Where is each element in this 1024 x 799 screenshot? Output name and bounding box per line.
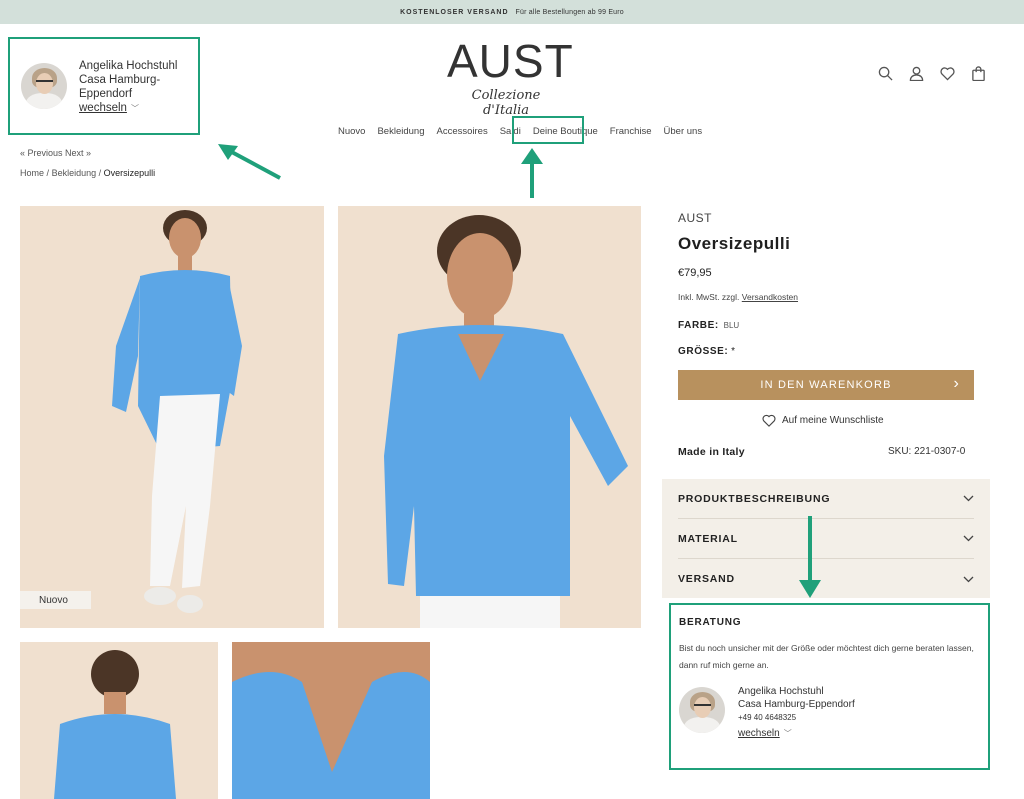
breadcrumb-home[interactable]: Home [20, 168, 44, 178]
color-label: FARBE: [678, 320, 719, 331]
add-to-wishlist[interactable]: Auf meine Wunschliste [762, 414, 884, 427]
add-to-cart-button[interactable]: IN DEN WARENKORB › [678, 370, 974, 400]
advisor-switch-link[interactable]: wechseln [738, 728, 780, 739]
new-badge: Nuovo [20, 591, 91, 609]
breadcrumb-current: Oversizepulli [103, 168, 156, 178]
made-in-label: Made in Italy [678, 446, 745, 458]
size-required-mark: * [731, 346, 736, 357]
boutique-highlight-box [512, 116, 584, 144]
nav-item-accessoires[interactable]: Accessoires [436, 126, 487, 137]
size-label: GRÖSSE: [678, 346, 729, 357]
user-icon[interactable] [909, 66, 924, 81]
store-selector[interactable]: Angelika Hochstuhl Casa Hamburg- Eppendo… [79, 59, 177, 116]
shipping-cost-link[interactable]: Versandkosten [742, 292, 798, 302]
breadcrumb-separator: / [98, 168, 102, 178]
product-image-2[interactable] [338, 206, 641, 628]
advisor-contact: Angelika Hochstuhl Casa Hamburg-Eppendor… [738, 685, 855, 740]
product-title: Oversizepulli [678, 234, 791, 253]
store-advisor-avatar [21, 63, 67, 109]
logo-wordmark: AUST [447, 35, 574, 87]
tax-info: Inkl. MwSt. zzgl. Versandkosten [678, 292, 798, 302]
advisor-name: Angelika Hochstuhl [738, 686, 824, 697]
product-brand[interactable]: AUST [678, 211, 712, 225]
chevron-right-icon: › [953, 375, 960, 392]
beratung-box: BERATUNG Bist du noch unsicher mit der G… [669, 603, 990, 770]
shipping-banner: KOSTENLOSER VERSAND Für alle Bestellunge… [0, 0, 1024, 24]
nav-item-nuovo[interactable]: Nuovo [338, 126, 365, 137]
advisor-avatar [679, 687, 725, 733]
prev-next-links[interactable]: « Previous Next » [20, 148, 91, 158]
bag-icon[interactable] [971, 66, 986, 81]
breadcrumb-separator: / [46, 168, 50, 178]
shipping-banner-text: Für alle Bestellungen ab 99 Euro [515, 8, 624, 16]
site-logo[interactable]: AUST Collezione d'Italia [447, 35, 574, 118]
chevron-down-icon [963, 576, 974, 582]
accordion-label: PRODUKTBESCHREIBUNG [678, 492, 831, 505]
store-location-line1: Casa Hamburg- [79, 74, 161, 86]
advisor-phone[interactable]: +49 40 4648325 [738, 711, 855, 724]
beratung-title: BERATUNG [679, 617, 742, 628]
store-location-line2: Eppendorf [79, 88, 133, 100]
wishlist-label: Auf meine Wunschliste [782, 415, 884, 426]
accordion-versand[interactable]: VERSAND [678, 559, 974, 599]
beratung-text: Bist du noch unsicher mit der Größe oder… [679, 643, 974, 670]
size-selector[interactable]: GRÖSSE: * [678, 346, 735, 357]
chevron-down-icon[interactable]: ﹀ [784, 729, 792, 738]
store-switch-link[interactable]: wechseln [79, 102, 127, 114]
heart-icon [762, 414, 776, 427]
accordion-label: VERSAND [678, 573, 735, 585]
annotation-arrow-store [218, 144, 281, 180]
product-image-4[interactable] [232, 642, 430, 799]
product-image-3[interactable] [20, 642, 218, 799]
nav-item-franchise[interactable]: Franchise [610, 126, 652, 137]
chevron-down-icon [963, 495, 974, 502]
nav-item-bekleidung[interactable]: Bekleidung [377, 126, 424, 137]
sku-label: SKU: 221-0307-0 [888, 446, 966, 457]
accordion-produktbeschreibung[interactable]: PRODUKTBESCHREIBUNG [678, 479, 974, 519]
advisor-location: Casa Hamburg-Eppendorf [738, 699, 855, 710]
heart-icon[interactable] [940, 66, 955, 81]
color-value: BLU [723, 321, 740, 330]
annotation-arrow-boutique [521, 148, 543, 198]
chevron-down-icon[interactable]: ﹀ [131, 104, 139, 113]
logo-tagline: Collezione d'Italia [471, 88, 541, 118]
header-icons [878, 66, 986, 81]
accordion-material[interactable]: MATERIAL [678, 519, 974, 559]
tax-text: Inkl. MwSt. zzgl. [678, 292, 740, 302]
breadcrumb: Home / Bekleidung / Oversizepulli [20, 168, 155, 178]
breadcrumb-category[interactable]: Bekleidung [52, 168, 97, 178]
product-accordion: PRODUKTBESCHREIBUNG MATERIAL VERSAND [662, 479, 990, 598]
shipping-banner-highlight: KOSTENLOSER VERSAND [400, 8, 509, 16]
chevron-down-icon [963, 535, 974, 542]
nav-item-ueber-uns[interactable]: Über uns [664, 126, 703, 137]
accordion-label: MATERIAL [678, 532, 738, 545]
product-image-1[interactable] [20, 206, 324, 628]
annotation-arrow-beratung [799, 516, 821, 598]
search-icon[interactable] [878, 66, 893, 81]
add-to-cart-label: IN DEN WARENKORB [760, 379, 892, 391]
color-info: FARBE: BLU [678, 320, 739, 331]
store-advisor-name: Angelika Hochstuhl [79, 60, 178, 72]
product-price: €79,95 [678, 267, 712, 279]
